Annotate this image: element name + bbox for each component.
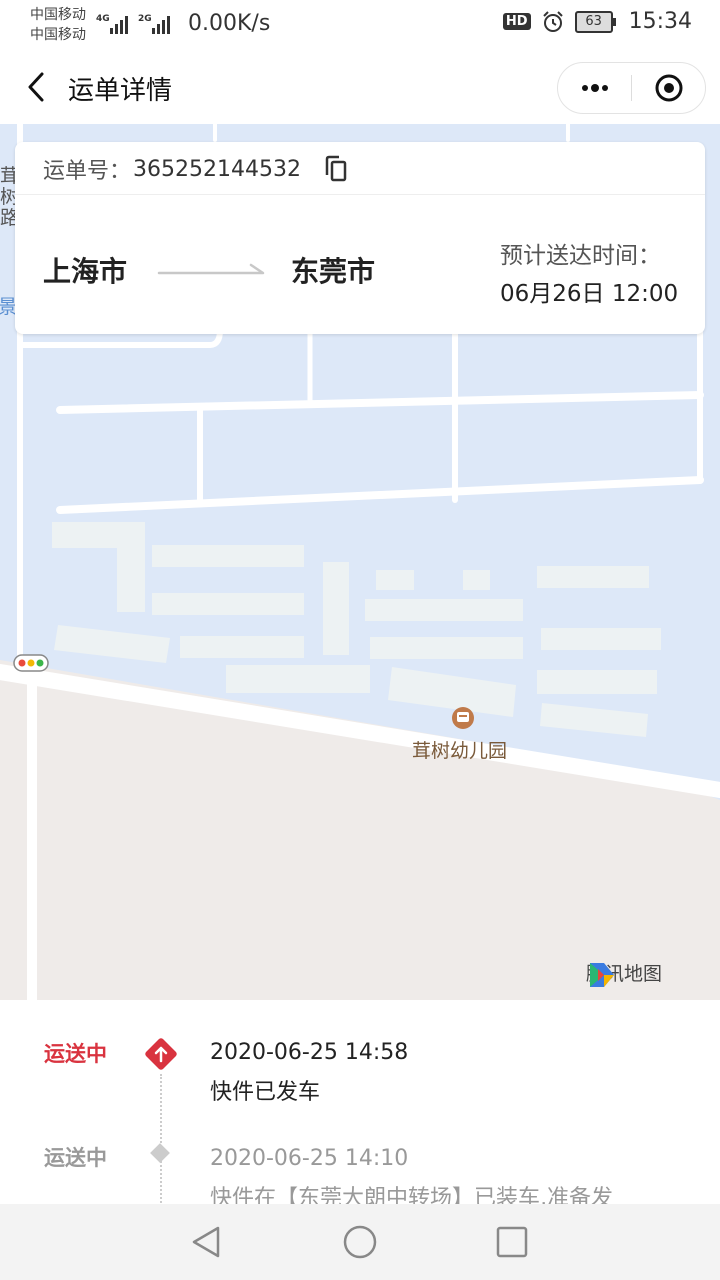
poi-label[interactable]: 茸树幼儿园 bbox=[412, 736, 507, 763]
network-speed: 0.00K/s bbox=[188, 11, 271, 36]
back-triangle-icon[interactable] bbox=[188, 1224, 224, 1260]
carrier-1: 中国移动 bbox=[30, 7, 86, 23]
copy-icon[interactable] bbox=[323, 155, 349, 183]
timeline-description: 快件已发车 bbox=[210, 1080, 321, 1105]
svg-text:4G: 4G bbox=[96, 14, 110, 24]
signal-2g-icon: 2G bbox=[138, 14, 170, 34]
svg-text:2G: 2G bbox=[138, 14, 152, 24]
alarm-icon bbox=[542, 10, 563, 32]
status-bar: 中国移动 中国移动 4G 2G 0.00K/s HD 63 15:34 bbox=[0, 0, 720, 50]
timeline-time: 2020-06-25 14:10 bbox=[210, 1146, 409, 1171]
card-divider bbox=[15, 194, 705, 195]
system-navigation-bar bbox=[0, 1204, 720, 1280]
timeline-dot bbox=[150, 1143, 170, 1163]
tencent-map-logo-icon bbox=[590, 963, 614, 987]
capsule-divider bbox=[631, 75, 632, 101]
waybill-card: 运单号： 365252144532 上海市 东莞市 预计送达时间： 06月26日… bbox=[15, 142, 705, 334]
timeline-time: 2020-06-25 14:58 bbox=[210, 1040, 409, 1065]
home-circle-icon[interactable] bbox=[342, 1224, 378, 1260]
carrier-info: 中国移动 中国移动 bbox=[30, 5, 86, 45]
timeline-status: 运送中 bbox=[44, 1146, 107, 1170]
signal-4g-icon: 4G bbox=[96, 14, 128, 34]
hd-badge: HD bbox=[502, 13, 531, 30]
kindergarten-poi-icon bbox=[452, 707, 474, 729]
page-title: 运单详情 bbox=[68, 76, 173, 106]
map-attribution: 腾讯地图 bbox=[586, 959, 662, 987]
recents-square-icon[interactable] bbox=[494, 1224, 530, 1260]
traffic-light-icon bbox=[13, 654, 49, 672]
miniprogram-capsule bbox=[557, 62, 706, 114]
carrier-2: 中国移动 bbox=[30, 27, 86, 43]
eta-label: 预计送达时间： bbox=[500, 243, 661, 269]
timeline-status: 运送中 bbox=[44, 1042, 107, 1066]
origin-city: 上海市 bbox=[43, 255, 128, 288]
back-icon[interactable] bbox=[22, 70, 52, 104]
battery-indicator: 63 bbox=[574, 10, 616, 33]
route-arrow-icon bbox=[157, 263, 265, 275]
navigation-bar: 运单详情 bbox=[0, 50, 720, 124]
eta-value: 06月26日 12:00 bbox=[500, 281, 679, 307]
more-icon[interactable] bbox=[578, 75, 612, 101]
clock: 15:34 bbox=[628, 9, 692, 34]
close-miniprogram-icon[interactable] bbox=[654, 73, 684, 103]
shipping-up-arrow-icon bbox=[145, 1038, 177, 1070]
timeline-description: 快件在【东莞大朗中转场】已装车,准备发 bbox=[210, 1186, 613, 1204]
destination-city: 东莞市 bbox=[291, 255, 376, 288]
waybill-label: 运单号： bbox=[43, 159, 132, 184]
timeline-line bbox=[160, 1074, 162, 1204]
tracking-timeline: 运送中 2020-06-25 14:58 快件已发车 运送中 2020-06-2… bbox=[0, 1000, 720, 1204]
waybill-number: 365252144532 bbox=[133, 156, 301, 182]
